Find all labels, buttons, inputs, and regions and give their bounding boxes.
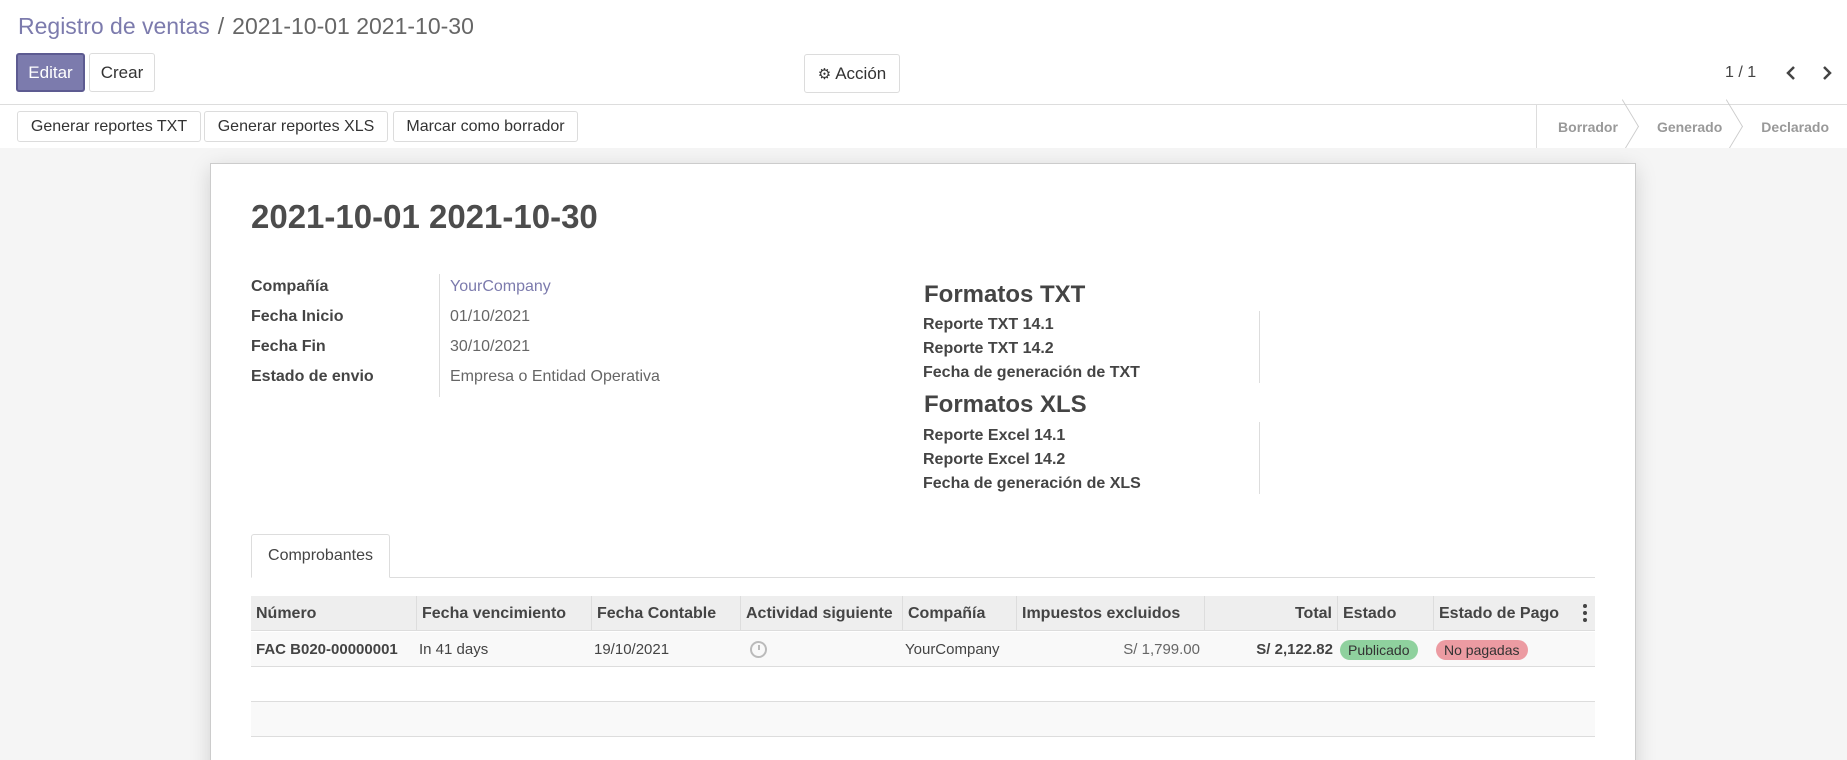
breadcrumb-parent-link[interactable]: Registro de ventas: [18, 13, 210, 39]
col-header-total[interactable]: Total: [1204, 596, 1337, 631]
field-value-start-date: 01/10/2021: [450, 308, 531, 325]
action-label: Acción: [835, 63, 887, 83]
generate-xls-button[interactable]: Generar reportes XLS: [204, 111, 388, 142]
create-button[interactable]: Crear: [89, 53, 155, 92]
col-header-numero[interactable]: Número: [251, 596, 416, 631]
table-header: Número Fecha vencimiento Fecha Contable …: [251, 596, 1595, 631]
cell-impuestos: S/ 1,799.00: [1123, 641, 1200, 658]
field-value-company[interactable]: YourCompany: [450, 278, 551, 296]
xls-section-title: Formatos XLS: [924, 391, 1087, 418]
pager-value[interactable]: 1 / 1: [1725, 64, 1756, 82]
field-label-start-date: Fecha Inicio: [251, 308, 344, 325]
field-value-end-date: 30/10/2021: [450, 338, 531, 355]
table-row-empty: [251, 702, 1595, 737]
cell-vencimiento: In 41 days: [419, 641, 489, 658]
field-label-send-status: Estado de envio: [251, 368, 374, 385]
txt-generation-date-label: Fecha de generación de TXT: [923, 364, 1140, 381]
field-label-company: Compañía: [251, 278, 329, 295]
col-header-fecha-contable[interactable]: Fecha Contable: [591, 596, 740, 631]
status-stages: Borrador Generado Declarado: [1536, 105, 1847, 148]
xls-divider: [1259, 422, 1260, 494]
status-badge-unpaid: No pagadas: [1436, 639, 1528, 660]
status-badge-published: Publicado: [1340, 639, 1418, 660]
stage-borrador[interactable]: Borrador: [1537, 105, 1636, 148]
form-statusbar: Generar reportes TXT Generar reportes XL…: [0, 104, 1847, 148]
col-header-vencimiento[interactable]: Fecha vencimiento: [416, 596, 591, 631]
pager-previous-button[interactable]: [1780, 60, 1802, 86]
cell-total: S/ 2,122.82: [1256, 641, 1333, 658]
field-label-end-date: Fecha Fin: [251, 338, 326, 355]
col-header-estado-pago[interactable]: Estado de Pago: [1433, 596, 1595, 631]
txt-report-14-1-label: Reporte TXT 14.1: [923, 316, 1054, 333]
cell-estado-pago: No pagadas: [1436, 632, 1528, 667]
breadcrumb-separator: /: [217, 13, 225, 39]
form-sheet: 2021-10-01 2021-10-30 Compañía YourCompa…: [210, 163, 1636, 760]
breadcrumb-current: 2021-10-01 2021-10-30: [232, 13, 474, 39]
stage-declarado[interactable]: Declarado: [1740, 105, 1847, 148]
txt-divider: [1259, 311, 1260, 383]
pager-next-button[interactable]: [1816, 60, 1838, 86]
chevron-right-icon: [1823, 66, 1832, 80]
stage-generado[interactable]: Generado: [1636, 105, 1740, 148]
tab-underline: [251, 577, 1595, 578]
xls-generation-date-label: Fecha de generación de XLS: [923, 475, 1141, 492]
txt-section-title: Formatos TXT: [924, 281, 1086, 308]
action-button[interactable]: ⚙ Acción: [804, 54, 900, 93]
xls-report-14-2-label: Reporte Excel 14.2: [923, 451, 1066, 468]
cell-actividad[interactable]: [750, 632, 767, 667]
xls-report-14-1-label: Reporte Excel 14.1: [923, 427, 1066, 444]
clock-icon[interactable]: [750, 641, 767, 658]
record-title: 2021-10-01 2021-10-30: [251, 198, 598, 235]
cell-numero: FAC B020-00000001: [256, 641, 398, 658]
field-value-send-status: Empresa o Entidad Operativa: [450, 368, 660, 385]
gear-icon: ⚙: [817, 65, 832, 83]
txt-report-14-2-label: Reporte TXT 14.2: [923, 340, 1054, 357]
cell-estado: Publicado: [1340, 632, 1418, 667]
col-header-actividad[interactable]: Actividad siguiente: [740, 596, 902, 631]
mark-draft-button[interactable]: Marcar como borrador: [393, 111, 578, 142]
cell-fecha-contable: 19/10/2021: [594, 641, 670, 658]
cell-compania: YourCompany: [905, 641, 1000, 658]
field-divider: [439, 274, 440, 397]
breadcrumb: Registro de ventas / 2021-10-01 2021-10-30: [18, 13, 474, 40]
optional-columns-icon[interactable]: [1583, 604, 1587, 622]
col-header-compania[interactable]: Compañía: [902, 596, 1016, 631]
control-panel: Registro de ventas / 2021-10-01 2021-10-30…: [0, 0, 1847, 148]
table-row[interactable]: FAC B020-00000001 In 41 days 19/10/2021 …: [251, 632, 1595, 667]
table-row-empty: [251, 667, 1595, 702]
chevron-left-icon: [1786, 66, 1795, 80]
col-header-impuestos[interactable]: Impuestos excluidos: [1016, 596, 1204, 631]
generate-txt-button[interactable]: Generar reportes TXT: [17, 111, 201, 142]
edit-button[interactable]: Editar: [16, 53, 85, 92]
col-header-estado[interactable]: Estado: [1337, 596, 1433, 631]
tab-comprobantes[interactable]: Comprobantes: [251, 534, 390, 578]
